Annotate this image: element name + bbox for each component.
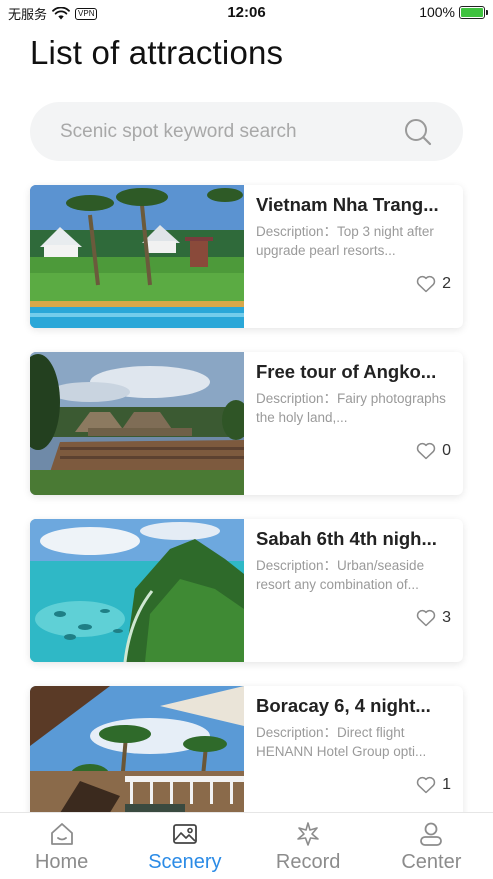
like-count: 1	[442, 776, 451, 793]
tab-record-label: Record	[275, 851, 341, 873]
attraction-description: Description：Top 3 night after upgrade pe…	[256, 224, 434, 258]
attraction-card[interactable]: Boracay 6, 4 night... Description：Direct…	[30, 686, 463, 829]
search-icon[interactable]	[403, 117, 433, 147]
attraction-image-beach-terrace-palms[interactable]	[30, 686, 244, 829]
attraction-title[interactable]: Free tour of Angko...	[256, 361, 454, 383]
attraction-card[interactable]: Vietnam Nha Trang... Description：Top 3 n…	[30, 185, 463, 328]
like-count: 3	[442, 609, 451, 626]
attraction-image-angkor-temple[interactable]	[30, 352, 244, 495]
status-right: 100%	[419, 4, 488, 20]
like-count: 0	[442, 442, 451, 459]
heart-icon[interactable]	[416, 275, 436, 293]
attraction-title[interactable]: Sabah 6th 4th nigh...	[256, 528, 454, 550]
attraction-description: Description：Direct flight HENANN Hotel G…	[256, 725, 427, 759]
like-count: 2	[442, 275, 451, 292]
battery-icon	[459, 5, 488, 19]
user-icon[interactable]	[418, 821, 444, 847]
home-icon[interactable]	[49, 821, 75, 847]
attraction-card[interactable]: Sabah 6th 4th nigh... Description：Urban/…	[30, 519, 463, 662]
tab-center-label: Center	[401, 851, 462, 873]
heart-icon[interactable]	[416, 776, 436, 794]
page-title: List of attractions	[30, 34, 284, 71]
like-button[interactable]: 2	[416, 275, 451, 293]
attraction-description: Description：Urban/seaside resort any com…	[256, 558, 425, 592]
tab-home[interactable]: Home	[0, 813, 123, 879]
search-bar[interactable]	[30, 102, 463, 161]
tab-scenery[interactable]: Scenery	[123, 813, 246, 879]
like-button[interactable]: 3	[416, 609, 451, 627]
heart-icon[interactable]	[416, 442, 436, 460]
heart-icon[interactable]	[416, 609, 436, 627]
attraction-image-resort-garden-pool[interactable]	[30, 185, 244, 328]
tab-center[interactable]: Center	[370, 813, 493, 879]
search-input[interactable]	[60, 102, 400, 161]
like-button[interactable]: 1	[416, 776, 451, 794]
attraction-card[interactable]: Free tour of Angko... Description：Fairy …	[30, 352, 463, 495]
like-button[interactable]: 0	[416, 442, 451, 460]
sparkle-icon[interactable]	[295, 821, 321, 847]
attraction-description: Description：Fairy photographs the holy l…	[256, 391, 446, 425]
battery-level	[461, 7, 483, 17]
picture-icon[interactable]	[172, 821, 198, 847]
battery-percent: 100%	[419, 4, 455, 20]
attraction-image-tropical-island-bay[interactable]	[30, 519, 244, 662]
tab-home-label: Home	[34, 851, 89, 873]
attraction-title[interactable]: Boracay 6, 4 night...	[256, 695, 454, 717]
attraction-title[interactable]: Vietnam Nha Trang...	[256, 194, 454, 216]
status-bar: 无服务 VPN 12:06 100%	[0, 0, 493, 26]
tab-bar: Home Scenery Record Center	[0, 812, 493, 879]
tab-scenery-label: Scenery	[148, 851, 222, 873]
tab-record[interactable]: Record	[247, 813, 370, 879]
